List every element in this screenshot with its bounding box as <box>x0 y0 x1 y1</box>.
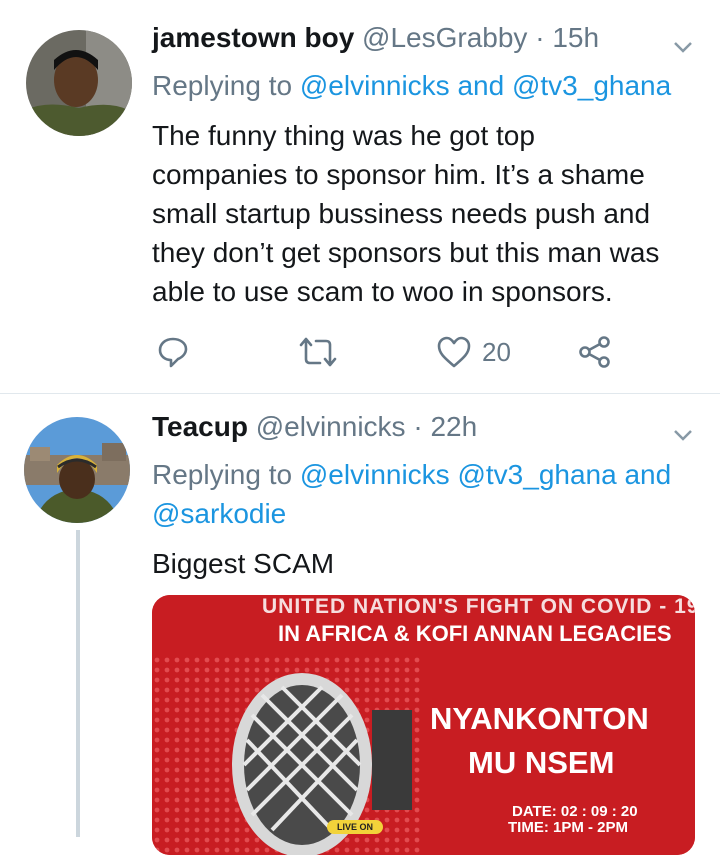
replying-prefix: Replying to <box>152 70 293 101</box>
mention-link[interactable]: @sarkodie <box>152 498 286 529</box>
tweet-text-line: they don’t get sponsors but this man was <box>152 237 660 268</box>
tweet-text: The funny thing was he got top companies… <box>152 116 659 311</box>
tweet-1[interactable]: jamestown boy @LesGrabby · 15h Replying … <box>0 0 720 394</box>
mention-link[interactable]: @elvinnicks <box>300 459 450 490</box>
poster-heading-2: IN AFRICA & KOFI ANNAN LEGACIES <box>278 621 672 646</box>
mention-link[interactable]: @tv3_ghana <box>457 459 616 490</box>
tweet-actions: 20 <box>152 332 622 372</box>
poster-title-2: MU NSEM <box>468 745 615 780</box>
share-button[interactable] <box>578 332 612 372</box>
retweet-icon <box>299 337 337 367</box>
mention-joiner: and <box>457 70 505 101</box>
poster-title-1: NYANKONTON <box>430 701 649 736</box>
poster-heading-1: UNITED NATION'S FIGHT ON COVID - 19 <box>262 595 695 618</box>
chevron-down-icon[interactable] <box>672 424 694 446</box>
like-count: 20 <box>482 336 511 367</box>
mention-link[interactable]: @tv3_ghana <box>512 70 671 101</box>
thread-line <box>76 530 80 837</box>
share-icon <box>579 336 610 368</box>
tweet-media-image[interactable]: UNITED NATION'S FIGHT ON COVID - 19 IN A… <box>152 595 695 855</box>
poster-date: DATE: 02 : 09 : 20 <box>512 803 638 820</box>
replying-prefix: Replying to <box>152 459 293 490</box>
user-handle[interactable]: @LesGrabby <box>362 22 527 53</box>
heart-icon <box>437 336 471 368</box>
poster-time: TIME: 1PM - 2PM <box>508 819 629 836</box>
tweet-text-line: able to use scam to woo in sponsors. <box>152 276 613 307</box>
avatar[interactable] <box>24 417 130 523</box>
tweet-text-line: The funny thing was he got top <box>152 120 535 151</box>
tweet-text-line: small startup bussiness needs push and <box>152 198 651 229</box>
mention-joiner: and <box>624 459 672 490</box>
replying-to: Replying to @elvinnicks @tv3_ghana and @… <box>152 455 697 533</box>
tweet-header: jamestown boy @LesGrabby · 15h <box>152 22 599 54</box>
like-button[interactable]: 20 <box>436 332 511 372</box>
display-name[interactable]: Teacup <box>152 411 248 442</box>
poster-badge: LIVE ON <box>327 820 384 834</box>
display-name[interactable]: jamestown boy <box>152 22 354 53</box>
separator-dot: · <box>535 22 545 53</box>
user-handle[interactable]: @elvinnicks <box>256 411 406 442</box>
replying-to: Replying to @elvinnicks and @tv3_ghana <box>152 66 671 105</box>
retweet-button[interactable] <box>298 332 338 372</box>
tweet-header: Teacup @elvinnicks · 22h <box>152 411 477 443</box>
tweet-text: Biggest SCAM <box>152 548 335 579</box>
separator-dot: · <box>413 411 423 442</box>
timestamp[interactable]: 22h <box>430 411 477 442</box>
avatar[interactable] <box>26 30 132 136</box>
chevron-down-icon[interactable] <box>672 36 694 58</box>
reply-button[interactable] <box>156 332 190 372</box>
timestamp[interactable]: 15h <box>552 22 599 53</box>
mention-link[interactable]: @elvinnicks <box>300 70 450 101</box>
tweet-text-line: companies to sponsor him. It’s a shame <box>152 159 645 190</box>
reply-icon <box>158 337 188 368</box>
